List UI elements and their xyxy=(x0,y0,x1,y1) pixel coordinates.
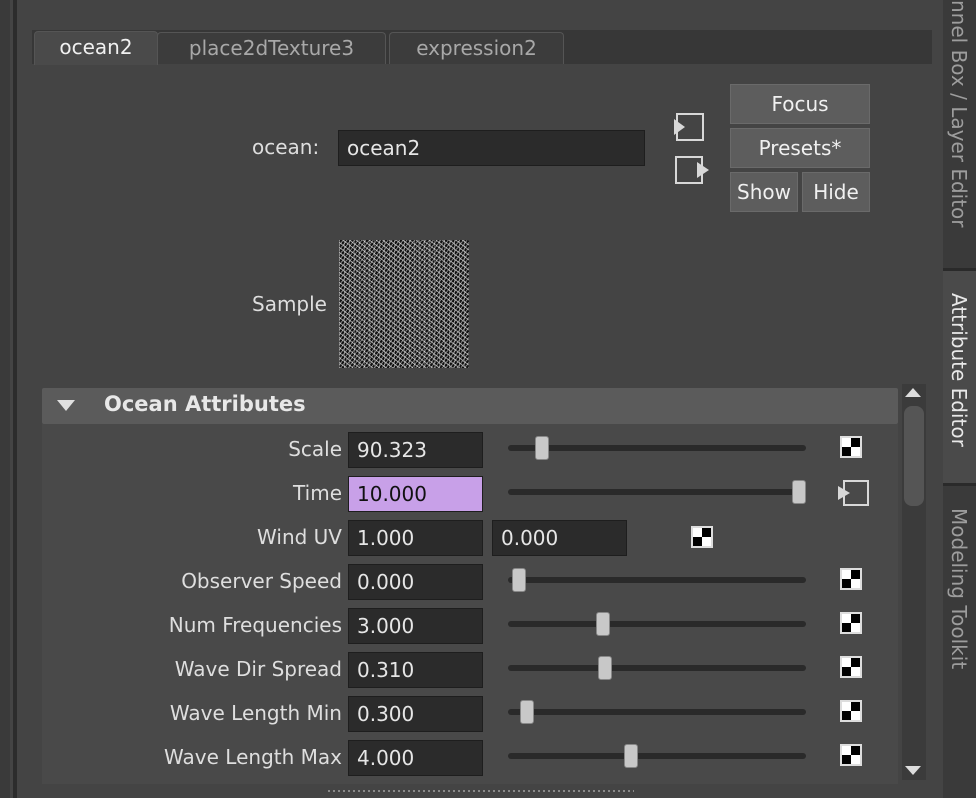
checker-icon[interactable] xyxy=(691,526,713,548)
tab-expression2[interactable]: expression2 xyxy=(389,32,564,64)
wave-dir-spread-slider[interactable] xyxy=(508,665,806,671)
dock-tab-label: nnel Box / Layer Editor xyxy=(947,0,971,228)
node-type-label: ocean: xyxy=(252,135,320,159)
scroll-down-arrow-icon[interactable] xyxy=(905,766,921,775)
wave-length-min-slider-handle[interactable] xyxy=(520,700,534,724)
wave-dir-spread-field[interactable]: 0.310 xyxy=(348,652,483,688)
attr-label-observer-speed: Observer Speed xyxy=(181,569,342,593)
attr-label-wind-uv: Wind UV xyxy=(257,525,342,549)
dock-tab-attribute-editor[interactable]: Attribute Editor xyxy=(943,271,976,483)
show-button[interactable]: Show xyxy=(730,172,798,212)
left-edge-strip xyxy=(0,0,10,798)
input-connections-icon[interactable] xyxy=(672,112,708,142)
presets-button[interactable]: Presets* xyxy=(730,128,870,168)
wave-length-max-slider[interactable] xyxy=(508,753,806,759)
attr-label-wave-dir-spread: Wave Dir Spread xyxy=(174,657,342,681)
scale-slider-handle[interactable] xyxy=(535,436,549,460)
wind-v-field[interactable]: 0.000 xyxy=(492,520,627,556)
hide-button[interactable]: Hide xyxy=(802,172,870,212)
section-title: Ocean Attributes xyxy=(104,392,306,416)
tab-place2dtexture3[interactable]: place2dTexture3 xyxy=(157,32,386,64)
scale-slider[interactable] xyxy=(508,445,806,451)
sample-label: Sample xyxy=(252,292,327,316)
dock-tab-channel-box-layer-editor[interactable]: nnel Box / Layer Editor xyxy=(943,0,976,268)
time-slider[interactable] xyxy=(508,489,806,495)
attr-label-scale: Scale xyxy=(288,437,342,461)
scale-field[interactable]: 90.323 xyxy=(348,432,483,468)
scroll-up-arrow-icon[interactable] xyxy=(905,388,921,397)
dock-tab-label: Attribute Editor xyxy=(947,293,971,447)
wave-length-max-field[interactable]: 4.000 xyxy=(348,740,483,776)
observer-speed-slider[interactable] xyxy=(508,577,806,583)
time-field[interactable]: 10.000 xyxy=(348,476,483,512)
checker-icon[interactable] xyxy=(840,656,862,678)
checker-icon[interactable] xyxy=(840,700,862,722)
dock-tab-modeling-toolkit[interactable]: Modeling Toolkit xyxy=(943,486,976,706)
wave-length-max-slider-handle[interactable] xyxy=(624,744,638,768)
checker-icon[interactable] xyxy=(840,612,862,634)
connected-input-icon[interactable] xyxy=(836,479,870,507)
wave-length-min-slider[interactable] xyxy=(508,709,806,715)
wave-length-min-field[interactable]: 0.300 xyxy=(348,696,483,732)
wind-u-field[interactable]: 1.000 xyxy=(348,520,483,556)
num-frequencies-slider[interactable] xyxy=(508,621,806,627)
resize-handle[interactable] xyxy=(328,790,634,792)
output-connections-icon[interactable] xyxy=(672,155,712,185)
num-frequencies-field[interactable]: 3.000 xyxy=(348,608,483,644)
checker-icon[interactable] xyxy=(840,436,862,458)
collapse-triangle-icon[interactable] xyxy=(57,400,75,411)
focus-button[interactable]: Focus xyxy=(730,84,870,124)
observer-speed-slider-handle[interactable] xyxy=(512,568,526,592)
attr-label-time: Time xyxy=(293,481,342,505)
attr-label-wave-length-min: Wave Length Min xyxy=(169,701,342,725)
num-frequencies-slider-handle[interactable] xyxy=(596,612,610,636)
time-slider-handle[interactable] xyxy=(792,480,806,504)
attr-label-wave-length-max: Wave Length Max xyxy=(164,745,342,769)
sample-swatch[interactable] xyxy=(339,240,469,368)
attr-label-num-frequencies: Num Frequencies xyxy=(168,613,342,637)
dock-tab-label: Modeling Toolkit xyxy=(947,508,971,670)
checker-icon[interactable] xyxy=(840,568,862,590)
observer-speed-field[interactable]: 0.000 xyxy=(348,564,483,600)
checker-icon[interactable] xyxy=(840,744,862,766)
node-name-field[interactable]: ocean2 xyxy=(338,130,645,166)
scrollbar-thumb[interactable] xyxy=(904,406,924,506)
left-edge-divider xyxy=(13,0,17,798)
wave-dir-spread-slider-handle[interactable] xyxy=(598,656,612,680)
tab-ocean2[interactable]: ocean2 xyxy=(34,31,158,65)
